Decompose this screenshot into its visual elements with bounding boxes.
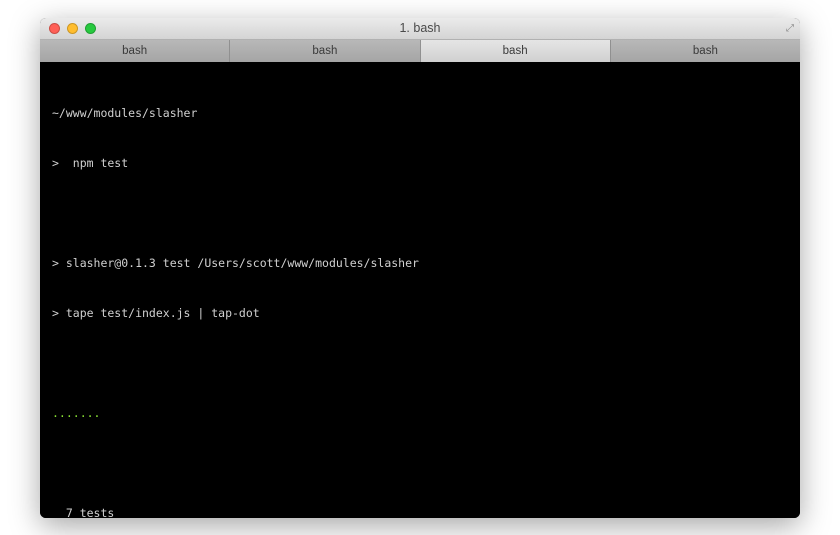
tab-label: bash	[693, 45, 718, 57]
zoom-icon[interactable]	[85, 23, 96, 34]
blank-line	[52, 205, 788, 222]
tests-count: 7 tests	[52, 505, 788, 518]
tab-bar: bash bash bash bash	[40, 40, 800, 62]
tab-label: bash	[312, 45, 337, 57]
blank-line	[52, 355, 788, 372]
output-line: > tape test/index.js | tap-dot	[52, 305, 788, 322]
terminal-window: 1. bash ⤢ bash bash bash bash ~/www/modu…	[40, 18, 800, 518]
window-title: 1. bash	[40, 21, 800, 35]
traffic-lights	[40, 23, 96, 34]
blank-line	[52, 455, 788, 472]
command-line: > npm test	[52, 155, 788, 172]
cwd-line: ~/www/modules/slasher	[52, 105, 788, 122]
tab-bash-2[interactable]: bash	[230, 40, 420, 62]
terminal-body[interactable]: ~/www/modules/slasher > npm test > slash…	[40, 62, 800, 518]
tab-bash-4[interactable]: bash	[611, 40, 800, 62]
minimize-icon[interactable]	[67, 23, 78, 34]
tab-label: bash	[503, 45, 528, 57]
tab-bash-3[interactable]: bash	[421, 40, 611, 62]
close-icon[interactable]	[49, 23, 60, 34]
titlebar[interactable]: 1. bash ⤢	[40, 18, 800, 40]
tab-bash-1[interactable]: bash	[40, 40, 230, 62]
fullscreen-icon[interactable]: ⤢	[786, 23, 794, 34]
tap-dots: .......	[52, 405, 788, 422]
output-line: > slasher@0.1.3 test /Users/scott/www/mo…	[52, 255, 788, 272]
tab-label: bash	[122, 45, 147, 57]
